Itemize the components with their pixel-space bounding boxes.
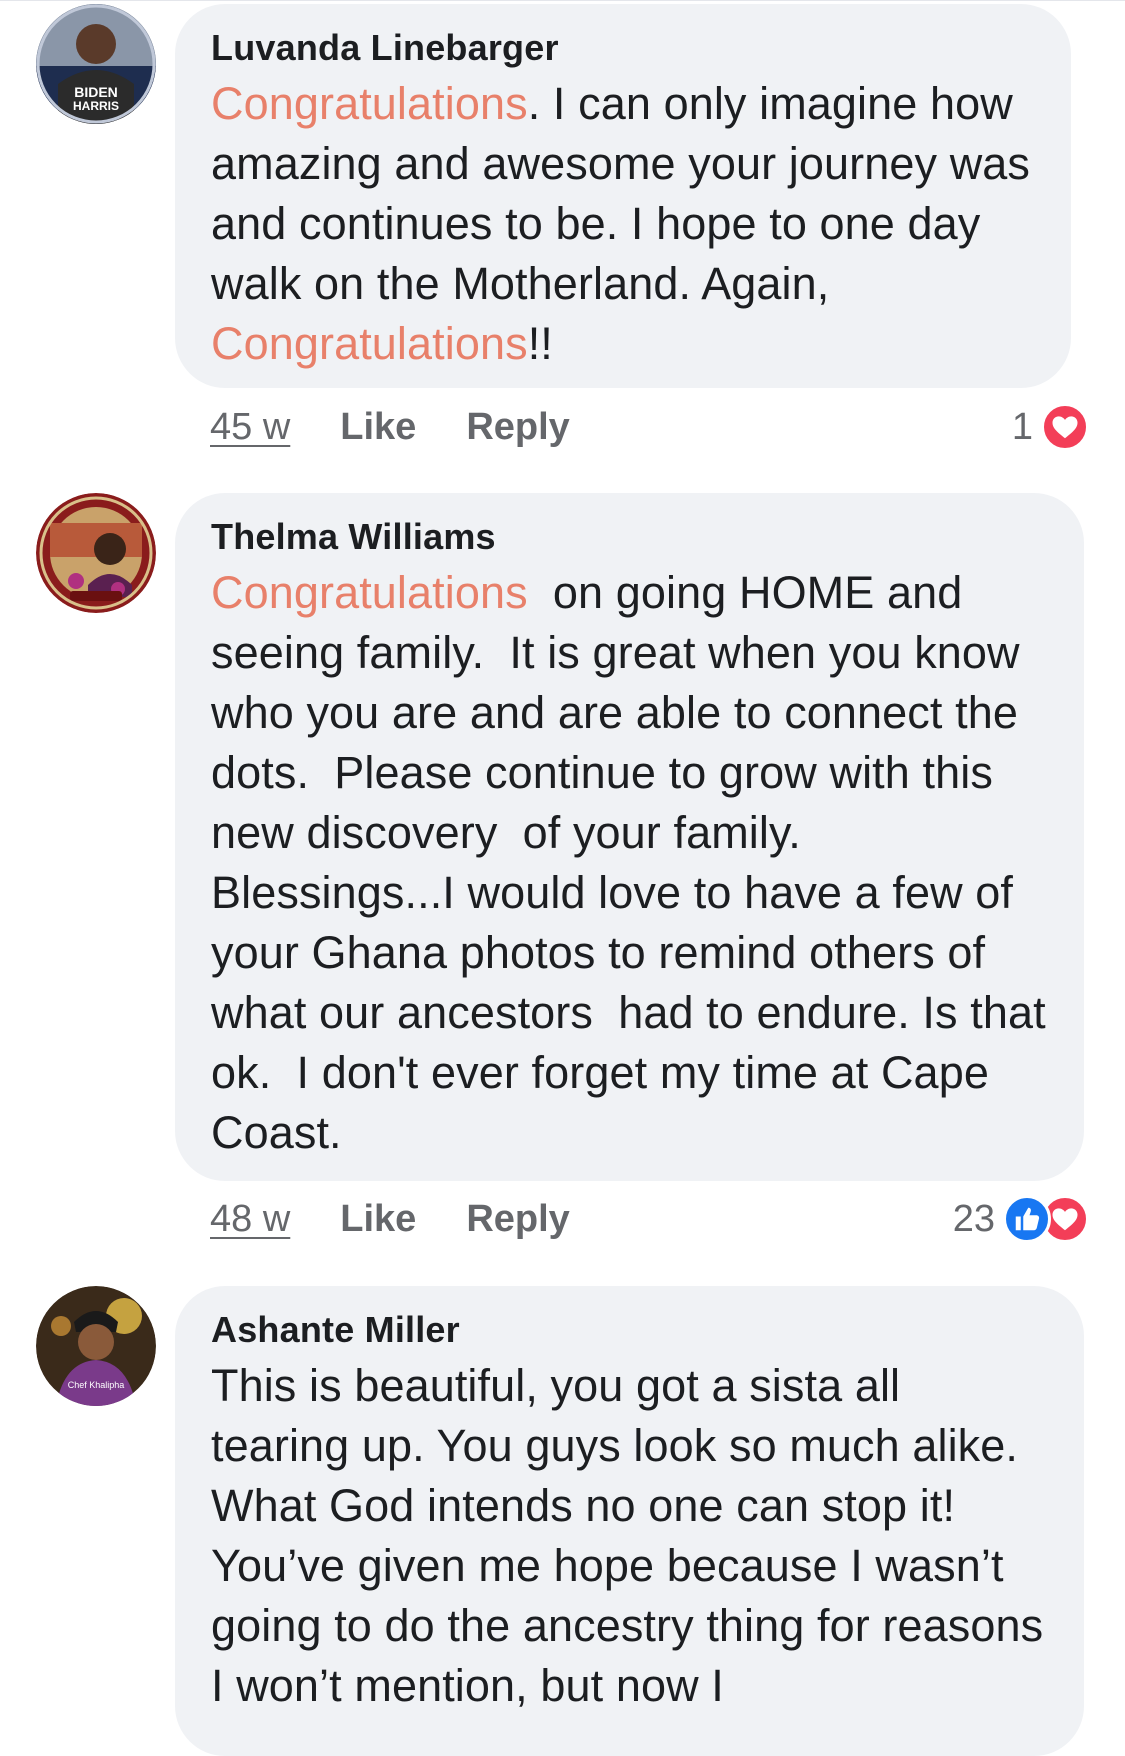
comment-timestamp[interactable]: 48 w bbox=[210, 1198, 290, 1240]
avatar[interactable]: Chef Khalipha bbox=[36, 1286, 156, 1406]
avatar-frame-text-1: Chef Khalipha bbox=[68, 1380, 125, 1390]
comment-text-highlight[interactable]: Congratulations bbox=[211, 318, 528, 369]
comment-author[interactable]: Luvanda Linebarger bbox=[211, 26, 1035, 70]
comment-text-segment: on going HOME and seeing family. It is g… bbox=[211, 567, 1059, 1158]
reaction-summary[interactable]: 1 bbox=[1012, 402, 1089, 452]
avatar[interactable]: BIDEN HARRIS bbox=[36, 4, 156, 124]
comment-text: Congratulations. I can only imagine how … bbox=[211, 74, 1035, 374]
reaction-summary[interactable]: 23 bbox=[953, 1194, 1089, 1244]
comment-bubble: Luvanda Linebarger Congratulations. I ca… bbox=[175, 4, 1071, 388]
avatar-image: BIDEN HARRIS bbox=[36, 4, 156, 124]
heart-icon bbox=[1041, 403, 1089, 451]
comment-text-segment: This is beautiful, you got a sista all t… bbox=[211, 1360, 1056, 1711]
comment-bubble: Ashante Miller This is beautiful, you go… bbox=[175, 1286, 1084, 1756]
avatar-frame-text-1: BIDEN bbox=[74, 84, 118, 100]
comment-author[interactable]: Thelma Williams bbox=[211, 515, 1048, 559]
comment-text: Congratulations on going HOME and seeing… bbox=[211, 563, 1048, 1163]
comment-timestamp[interactable]: 45 w bbox=[210, 406, 290, 448]
avatar-frame-text-2: HARRIS bbox=[73, 99, 119, 113]
avatar[interactable] bbox=[36, 493, 156, 613]
comment-text-highlight[interactable]: Congratulations bbox=[211, 78, 528, 129]
comment-author[interactable]: Ashante Miller bbox=[211, 1308, 1048, 1352]
thumbs-up-icon bbox=[1003, 1195, 1051, 1243]
reaction-count: 1 bbox=[1011, 405, 1033, 448]
like-button[interactable]: Like bbox=[340, 1198, 416, 1240]
avatar-image: Chef Khalipha bbox=[36, 1286, 156, 1406]
comment-text-segment: !! bbox=[527, 318, 553, 369]
avatar-image bbox=[36, 493, 156, 613]
comment-text: This is beautiful, you got a sista all t… bbox=[211, 1356, 1048, 1716]
reply-button[interactable]: Reply bbox=[466, 406, 569, 448]
reaction-count: 23 bbox=[952, 1197, 995, 1240]
comment-actions: 45 w Like Reply bbox=[210, 402, 570, 452]
comment-actions: 48 w Like Reply bbox=[210, 1194, 570, 1244]
reply-button[interactable]: Reply bbox=[466, 1198, 569, 1240]
top-divider bbox=[0, 0, 1125, 1]
like-button[interactable]: Like bbox=[340, 406, 416, 448]
comment-text-highlight[interactable]: Congratulations bbox=[211, 567, 528, 618]
comment-bubble: Thelma Williams Congratulations on going… bbox=[175, 493, 1084, 1181]
